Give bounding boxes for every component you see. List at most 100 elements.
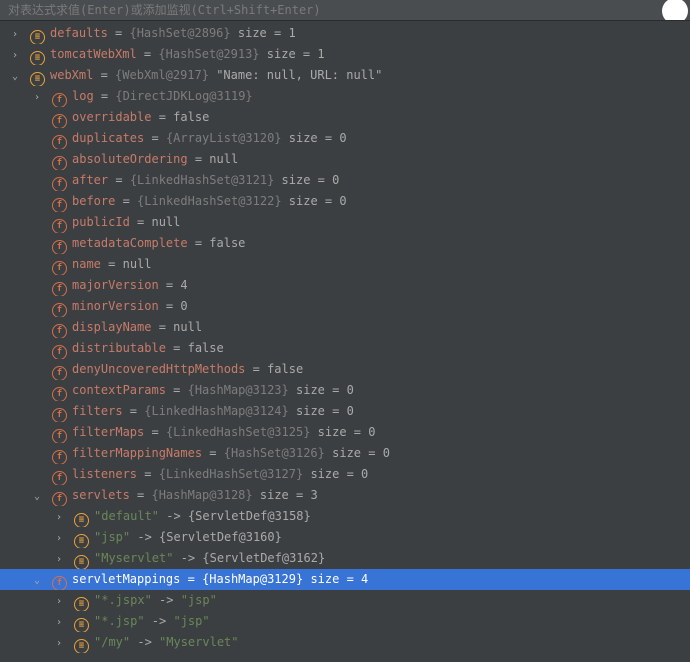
field-name: overridable bbox=[72, 110, 151, 124]
size-label: size = 1 bbox=[231, 26, 296, 40]
tree-row[interactable]: fdenyUncoveredHttpMethods = false bbox=[0, 359, 690, 380]
tree-row[interactable]: fafter = {LinkedHashSet@3121} size = 0 bbox=[0, 170, 690, 191]
variables-tree[interactable]: ›≡defaults = {HashSet@2896} size = 1›≡to… bbox=[0, 21, 690, 653]
watch-input-hint[interactable]: 对表达式求值(Enter)或添加监视(Ctrl+Shift+Enter) bbox=[0, 0, 690, 21]
tree-row[interactable]: › ≡ "*.jspx" -> "jsp" bbox=[0, 590, 690, 611]
field-name: tomcatWebXml bbox=[50, 47, 137, 61]
field-name: contextParams bbox=[72, 383, 166, 397]
collection-icon: ≡ bbox=[30, 72, 45, 86]
size-label: size = 3 bbox=[253, 488, 318, 502]
literal-value: false bbox=[209, 236, 245, 250]
tree-row[interactable]: fpublicId = null bbox=[0, 212, 690, 233]
literal-value: false bbox=[267, 362, 303, 376]
chevron-right-icon[interactable]: › bbox=[54, 507, 64, 527]
tree-row[interactable]: ›≡"jsp" -> {ServletDef@3160} bbox=[0, 527, 690, 548]
literal-value: null bbox=[209, 152, 238, 166]
tree-row[interactable]: ffilterMappingNames = {HashSet@3126} siz… bbox=[0, 443, 690, 464]
tree-row[interactable]: ⌄≡webXml = {WebXml@2917} "Name: null, UR… bbox=[0, 65, 690, 86]
field-icon: f bbox=[52, 177, 67, 191]
object-ref: {ArrayList@3120} bbox=[166, 131, 282, 145]
field-icon: f bbox=[52, 93, 67, 107]
object-ref: {LinkedHashMap@3124} bbox=[144, 404, 289, 418]
tree-row[interactable]: fdistributable = false bbox=[0, 338, 690, 359]
literal-value: null bbox=[123, 257, 152, 271]
chevron-down-icon[interactable]: ⌄ bbox=[32, 486, 42, 506]
size-label: size = 0 bbox=[310, 425, 375, 439]
literal-value: false bbox=[173, 110, 209, 124]
field-icon: f bbox=[52, 240, 67, 254]
tree-row[interactable]: fbefore = {LinkedHashSet@3122} size = 0 bbox=[0, 191, 690, 212]
size-label: size = 0 bbox=[282, 194, 347, 208]
collection-icon: ≡ bbox=[74, 639, 89, 653]
tree-row[interactable]: fmajorVersion = 4 bbox=[0, 275, 690, 296]
chevron-down-icon[interactable]: ⌄ bbox=[32, 570, 42, 590]
field-name: defaults bbox=[50, 26, 108, 40]
tree-row[interactable]: flisteners = {LinkedHashSet@3127} size =… bbox=[0, 464, 690, 485]
object-ref: {LinkedHashSet@3122} bbox=[137, 194, 282, 208]
field-icon: f bbox=[52, 366, 67, 380]
field-name: webXml bbox=[50, 68, 93, 82]
tree-row[interactable]: ›≡defaults = {HashSet@2896} size = 1 bbox=[0, 23, 690, 44]
chevron-right-icon[interactable]: › bbox=[10, 45, 20, 65]
collection-icon: ≡ bbox=[74, 618, 89, 632]
tree-row[interactable]: fduplicates = {ArrayList@3120} size = 0 bbox=[0, 128, 690, 149]
chevron-right-icon[interactable]: › bbox=[54, 549, 64, 569]
object-ref: {HashMap@3129} bbox=[202, 572, 303, 586]
field-name: denyUncoveredHttpMethods bbox=[72, 362, 245, 376]
object-ref: {LinkedHashSet@3121} bbox=[130, 173, 275, 187]
literal-value: 0 bbox=[180, 299, 187, 313]
tree-row[interactable]: fmetadataComplete = false bbox=[0, 233, 690, 254]
field-name: servlets bbox=[72, 488, 130, 502]
collection-icon: ≡ bbox=[74, 555, 89, 569]
chevron-right-icon[interactable]: › bbox=[10, 24, 20, 44]
tree-row[interactable]: ⌄fservlets = {HashMap@3128} size = 3 bbox=[0, 485, 690, 506]
tree-row[interactable]: ffilterMaps = {LinkedHashSet@3125} size … bbox=[0, 422, 690, 443]
map-entry: "*.jsp" -> "jsp" bbox=[94, 614, 210, 628]
field-name: filterMappingNames bbox=[72, 446, 202, 460]
tree-row[interactable]: ›≡tomcatWebXml = {HashSet@2913} size = 1 bbox=[0, 44, 690, 65]
object-ref: {HashSet@2913} bbox=[158, 47, 259, 61]
chevron-right-icon[interactable]: › bbox=[54, 633, 64, 653]
tree-row[interactable]: ⌄fservletMappings = {HashMap@3129} size … bbox=[0, 569, 690, 590]
field-name: after bbox=[72, 173, 108, 187]
chevron-right-icon[interactable]: › bbox=[54, 612, 64, 632]
chevron-right-icon[interactable]: › bbox=[32, 87, 42, 107]
object-ref: {HashSet@2896} bbox=[129, 26, 230, 40]
chevron-right-icon[interactable]: › bbox=[54, 528, 64, 548]
field-name: majorVersion bbox=[72, 278, 159, 292]
field-icon: f bbox=[52, 219, 67, 233]
tree-row[interactable]: › ≡ "*.jsp" -> "jsp" bbox=[0, 611, 690, 632]
tree-row[interactable]: fcontextParams = {HashMap@3123} size = 0 bbox=[0, 380, 690, 401]
field-icon: f bbox=[52, 198, 67, 212]
field-name: filterMaps bbox=[72, 425, 144, 439]
tree-row[interactable]: fname = null bbox=[0, 254, 690, 275]
field-icon: f bbox=[52, 408, 67, 422]
field-icon: f bbox=[52, 114, 67, 128]
chevron-down-icon[interactable]: ⌄ bbox=[10, 66, 20, 86]
field-name: metadataComplete bbox=[72, 236, 188, 250]
collection-icon: ≡ bbox=[30, 30, 45, 44]
tree-row[interactable]: ›flog = {DirectJDKLog@3119} bbox=[0, 86, 690, 107]
field-icon: f bbox=[52, 324, 67, 338]
tree-row[interactable]: ›≡"/my" -> "Myservlet" bbox=[0, 632, 690, 653]
size-label: size = 4 bbox=[303, 572, 368, 586]
size-label: size = 1 bbox=[260, 47, 325, 61]
field-icon: f bbox=[52, 261, 67, 275]
object-ref: {HashMap@3128} bbox=[151, 488, 252, 502]
field-name: minorVersion bbox=[72, 299, 159, 313]
object-ref: {DirectJDKLog@3119} bbox=[115, 89, 252, 103]
object-ref: {WebXml@2917} bbox=[115, 68, 209, 82]
tree-row[interactable]: ›≡"Myservlet" -> {ServletDef@3162} bbox=[0, 548, 690, 569]
map-entry: "*.jspx" -> "jsp" bbox=[94, 593, 217, 607]
tree-row[interactable]: fabsoluteOrdering = null bbox=[0, 149, 690, 170]
app-badge-icon bbox=[662, 0, 688, 21]
chevron-right-icon[interactable]: › bbox=[54, 591, 64, 611]
tree-row[interactable]: ›≡"default" -> {ServletDef@3158} bbox=[0, 506, 690, 527]
tree-row[interactable]: fdisplayName = null bbox=[0, 317, 690, 338]
object-ref: {LinkedHashSet@3127} bbox=[159, 467, 304, 481]
tree-row[interactable]: foverridable = false bbox=[0, 107, 690, 128]
tree-row[interactable]: ffilters = {LinkedHashMap@3124} size = 0 bbox=[0, 401, 690, 422]
field-name: filters bbox=[72, 404, 123, 418]
tree-row[interactable]: fminorVersion = 0 bbox=[0, 296, 690, 317]
collection-icon: ≡ bbox=[74, 597, 89, 611]
